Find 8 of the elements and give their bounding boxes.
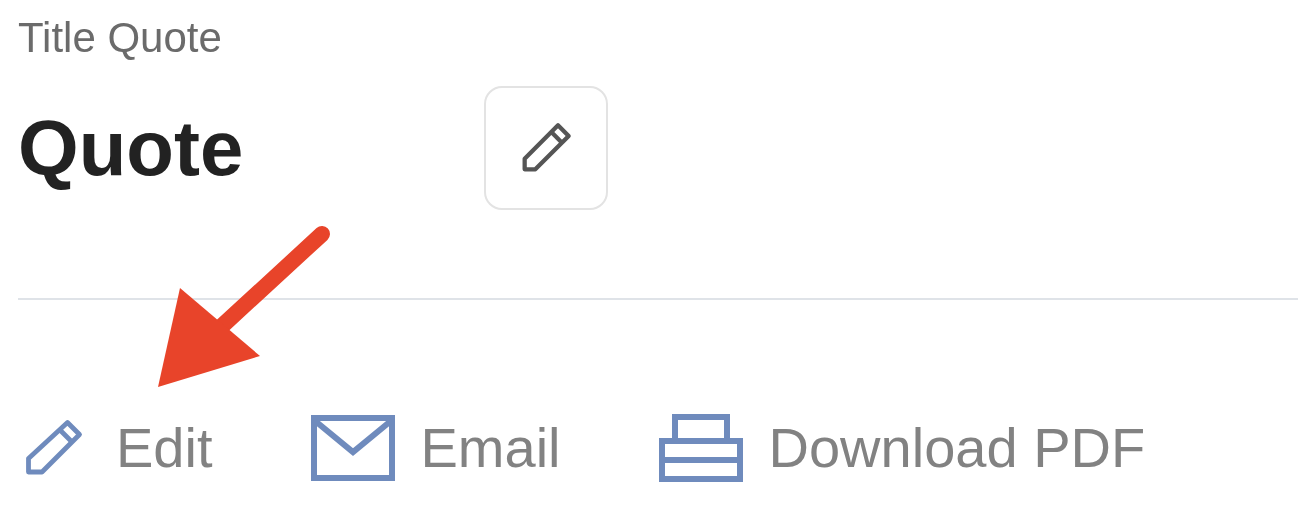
printer-icon	[658, 414, 743, 482]
action-link[interactable]: Edit	[18, 412, 213, 484]
page-title: Quote	[18, 103, 245, 193]
action-link[interactable]: Download PDF	[658, 414, 1146, 482]
action-link[interactable]: Email	[310, 415, 561, 481]
edit-title-button[interactable]	[484, 86, 608, 210]
page-subtitle: Title Quote	[18, 13, 223, 63]
envelope-icon	[310, 415, 395, 481]
